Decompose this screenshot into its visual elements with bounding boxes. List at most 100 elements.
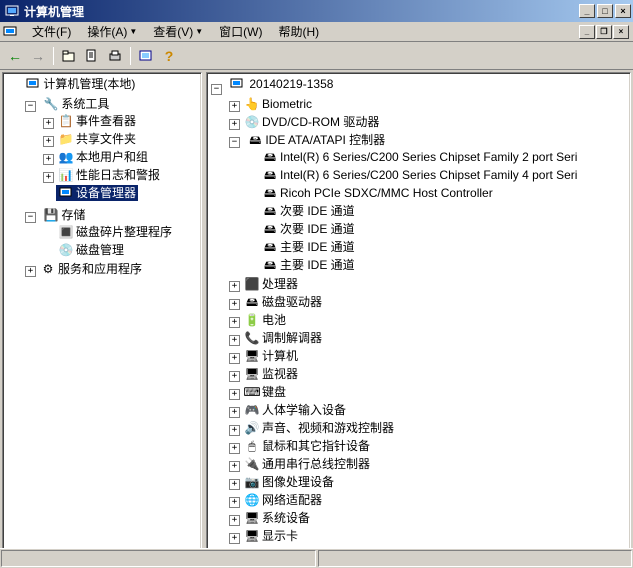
expand-button[interactable]: + (229, 119, 240, 130)
services-icon: ⚙ (40, 261, 56, 277)
cat-keyboard[interactable]: ⌨键盘 (242, 384, 288, 400)
expand-button[interactable]: + (229, 497, 240, 508)
expand-button[interactable]: + (229, 443, 240, 454)
tree-event-viewer[interactable]: 📋事件查看器 (56, 113, 138, 129)
expand-button[interactable]: + (229, 461, 240, 472)
help-button[interactable]: ? (158, 45, 180, 67)
status-cell (318, 550, 633, 567)
cat-battery[interactable]: 🔋电池 (242, 312, 288, 328)
dev-intel-4port[interactable]: 🖴Intel(R) 6 Series/C200 Series Chipset F… (260, 167, 579, 183)
cat-imaging[interactable]: 📷图像处理设备 (242, 474, 336, 490)
expand-button[interactable]: + (229, 515, 240, 526)
tree-device-manager[interactable]: 设备管理器 (56, 185, 138, 201)
usb-icon: 🔌 (244, 456, 260, 472)
expand-button[interactable]: + (229, 317, 240, 328)
expand-button[interactable]: + (229, 533, 240, 544)
back-button[interactable]: ← (4, 45, 26, 67)
print-button[interactable] (104, 45, 126, 67)
hid-icon: 🎮 (244, 402, 260, 418)
system-icon: 🖥 (244, 510, 260, 526)
expand-button[interactable]: + (229, 371, 240, 382)
menu-view[interactable]: 查看(V)▼ (145, 21, 211, 42)
defrag-icon: 🔳 (58, 224, 74, 240)
dev-pri-ide-2[interactable]: 🖴主要 IDE 通道 (260, 257, 357, 273)
keyboard-icon: ⌨ (244, 384, 260, 400)
expand-button[interactable]: + (229, 335, 240, 346)
expand-button[interactable]: + (229, 353, 240, 364)
dev-sec-ide-1[interactable]: 🖴次要 IDE 通道 (260, 203, 357, 219)
cat-usb[interactable]: 🔌通用串行总线控制器 (242, 456, 372, 472)
tree-perf-logs[interactable]: 📊性能日志和警报 (56, 167, 162, 183)
collapse-button[interactable]: − (211, 84, 222, 95)
expand-button[interactable]: + (229, 425, 240, 436)
tree-defrag[interactable]: 🔳磁盘碎片整理程序 (56, 224, 174, 240)
mdi-restore-button[interactable]: ❐ (596, 25, 612, 39)
display-icon: 🖥 (244, 528, 260, 544)
tree-local-users[interactable]: 👥本地用户和组 (56, 149, 150, 165)
expand-button[interactable]: + (229, 479, 240, 490)
event-icon: 📋 (58, 113, 74, 129)
right-tree-pane[interactable]: − 20140219-1358 +👆Biometric +💿DVD/CD-ROM… (206, 72, 631, 563)
menu-action[interactable]: 操作(A)▼ (79, 21, 145, 42)
tree-services-apps[interactable]: ⚙服务和应用程序 (38, 261, 144, 277)
collapse-button[interactable]: − (229, 137, 240, 148)
cat-computer[interactable]: 🖥计算机 (242, 348, 300, 364)
dev-sec-ide-2[interactable]: 🖴次要 IDE 通道 (260, 221, 357, 237)
tree-root[interactable]: 计算机管理(本地) (23, 76, 137, 92)
cat-biometric[interactable]: 👆Biometric (242, 96, 314, 112)
expand-button[interactable]: + (25, 266, 36, 277)
perf-icon: 📊 (58, 167, 74, 183)
left-tree-pane[interactable]: 计算机管理(本地) − 🔧 系统工具 +📋事件查看器 +📁共享文件夹 (2, 72, 202, 563)
folder-icon: 📁 (58, 131, 74, 147)
console-icon (2, 24, 18, 40)
chevron-down-icon: ▼ (195, 27, 203, 36)
forward-button[interactable]: → (27, 45, 49, 67)
imaging-icon: 📷 (244, 474, 260, 490)
cat-hid[interactable]: 🎮人体学输入设备 (242, 402, 348, 418)
maximize-button[interactable]: □ (597, 4, 613, 18)
dev-pri-ide-1[interactable]: 🖴主要 IDE 通道 (260, 239, 357, 255)
cat-system-dev[interactable]: 🖥系统设备 (242, 510, 312, 526)
menu-help[interactable]: 帮助(H) (271, 21, 328, 42)
expand-button[interactable]: + (43, 118, 54, 129)
cat-sound[interactable]: 🔊声音、视频和游戏控制器 (242, 420, 396, 436)
expand-button[interactable]: + (43, 172, 54, 183)
expand-button[interactable]: + (229, 389, 240, 400)
cat-processor[interactable]: ⬛处理器 (242, 276, 300, 292)
tree-storage[interactable]: 💾 存储 (41, 207, 87, 223)
mdi-minimize-button[interactable]: _ (579, 25, 595, 39)
device-root[interactable]: 20140219-1358 (227, 76, 337, 92)
device-icon (58, 185, 74, 201)
cat-network[interactable]: 🌐网络适配器 (242, 492, 324, 508)
channel-icon: 🖴 (262, 221, 278, 237)
tree-shared-folders[interactable]: 📁共享文件夹 (56, 131, 138, 147)
expand-button[interactable]: + (229, 281, 240, 292)
collapse-button[interactable]: − (25, 212, 36, 223)
expand-button[interactable]: + (43, 136, 54, 147)
tree-system-tools[interactable]: 🔧 系统工具 (41, 96, 111, 112)
cat-dvdcd[interactable]: 💿DVD/CD-ROM 驱动器 (242, 114, 381, 130)
close-button[interactable]: × (615, 4, 631, 18)
cat-ide-atapi[interactable]: 🖴IDE ATA/ATAPI 控制器 (245, 132, 387, 148)
users-icon: 👥 (58, 149, 74, 165)
cat-mouse[interactable]: 🖱鼠标和其它指针设备 (242, 438, 372, 454)
menu-window[interactable]: 窗口(W) (211, 21, 270, 42)
cat-monitor[interactable]: 🖥监视器 (242, 366, 300, 382)
minimize-button[interactable]: _ (579, 4, 595, 18)
expand-button[interactable]: + (229, 101, 240, 112)
cat-disk-drives[interactable]: 🖴磁盘驱动器 (242, 294, 324, 310)
refresh-button[interactable] (135, 45, 157, 67)
cat-display[interactable]: 🖥显示卡 (242, 528, 300, 544)
expand-button[interactable]: + (229, 299, 240, 310)
expand-button[interactable]: + (229, 407, 240, 418)
dev-intel-2port[interactable]: 🖴Intel(R) 6 Series/C200 Series Chipset F… (260, 149, 579, 165)
collapse-button[interactable]: − (25, 101, 36, 112)
tree-disk-mgmt[interactable]: 💿磁盘管理 (56, 242, 126, 258)
mdi-close-button[interactable]: × (613, 25, 629, 39)
expand-button[interactable]: + (43, 154, 54, 165)
up-button[interactable] (58, 45, 80, 67)
properties-button[interactable] (81, 45, 103, 67)
dev-ricoh[interactable]: 🖴Ricoh PCIe SDXC/MMC Host Controller (260, 185, 495, 201)
menu-file[interactable]: 文件(F) (24, 21, 79, 42)
cat-modem[interactable]: 📞调制解调器 (242, 330, 324, 346)
